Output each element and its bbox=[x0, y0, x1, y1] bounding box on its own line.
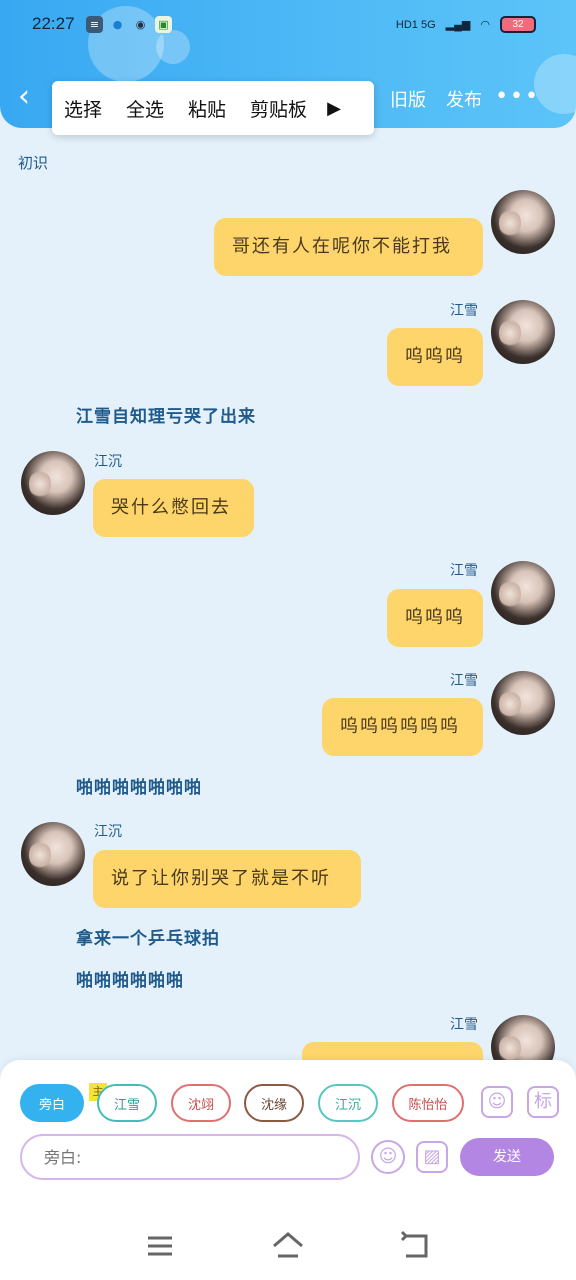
avatar[interactable] bbox=[491, 190, 555, 254]
message-bubble[interactable]: 哥还有人在呢你不能打我 bbox=[214, 218, 483, 276]
role-chip-chenyiyi[interactable]: 陈怡怡 bbox=[392, 1084, 464, 1122]
menu-next-arrow-icon[interactable]: ▶ bbox=[327, 98, 341, 119]
decor-bubble bbox=[534, 54, 576, 114]
role-chip-jiangchen[interactable]: 江沉 bbox=[318, 1084, 378, 1122]
narration-text[interactable]: 啪啪啪啪啪啪啪 bbox=[76, 773, 202, 798]
home-icon[interactable] bbox=[270, 1228, 306, 1264]
menu-paste[interactable]: 粘贴 bbox=[188, 95, 226, 122]
text-context-menu: 选择 全选 粘贴 剪贴板 ▶ bbox=[52, 81, 374, 135]
role-chip-jiangxue[interactable]: 江雪 bbox=[97, 1084, 157, 1122]
narration-text[interactable]: 啪啪啪啪啪啪 bbox=[76, 966, 184, 991]
signal-bars-icon: ▂▄▆ bbox=[445, 19, 471, 31]
speaker-name: 江沉 bbox=[94, 454, 122, 470]
scene-label: 初识 bbox=[18, 154, 49, 172]
avatar[interactable] bbox=[491, 671, 555, 735]
old-version-button[interactable]: 旧版 bbox=[390, 86, 426, 112]
menu-icon[interactable] bbox=[142, 1228, 178, 1264]
menu-select[interactable]: 选择 bbox=[64, 95, 102, 122]
qq-icon: ● bbox=[112, 18, 123, 31]
database-icon: ≡ bbox=[86, 16, 103, 33]
send-button[interactable]: 发送 bbox=[460, 1138, 554, 1176]
back-nav-icon[interactable] bbox=[398, 1228, 434, 1264]
role-chip-narrator[interactable]: 旁白 bbox=[20, 1084, 84, 1122]
avatar[interactable] bbox=[21, 451, 85, 515]
menu-select-all[interactable]: 全选 bbox=[126, 95, 164, 122]
speaker-name: 江沉 bbox=[94, 824, 122, 840]
emoji-icon[interactable]: ☺ bbox=[371, 1140, 405, 1174]
narration-text[interactable]: 江雪自知理亏哭了出来 bbox=[76, 402, 256, 427]
image-icon[interactable]: ▨ bbox=[416, 1141, 448, 1173]
battery-icon: 32 bbox=[500, 16, 536, 33]
speaker-name: 江雪 bbox=[450, 1017, 478, 1033]
message-bubble[interactable]: 哭什么憋回去 bbox=[93, 479, 254, 537]
speaker-name: 江雪 bbox=[450, 673, 478, 689]
narration-text[interactable]: 拿来一个乒乓球拍 bbox=[76, 924, 220, 949]
role-chip-shenyuan[interactable]: 沈缘 bbox=[244, 1084, 304, 1122]
more-icon[interactable]: ••• bbox=[495, 84, 540, 109]
message-bubble[interactable]: 呜呜呜 bbox=[387, 328, 483, 386]
avatar[interactable] bbox=[21, 822, 85, 886]
status-bar: 22:27 ≡ ● ◉ ▣ HD1 5G ▂▄▆ ◠ 32 bbox=[0, 0, 576, 52]
contact-card-icon[interactable]: ☺ bbox=[481, 1086, 513, 1118]
message-input[interactable] bbox=[20, 1134, 360, 1180]
status-time: 22:27 bbox=[32, 14, 75, 33]
menu-clipboard[interactable]: 剪贴板 bbox=[250, 95, 307, 122]
wifi-icon: ◠ bbox=[480, 19, 490, 31]
speaker-name: 江雪 bbox=[450, 563, 478, 579]
speaker-name: 江雪 bbox=[450, 303, 478, 319]
wechat-icon: ◉ bbox=[135, 18, 146, 31]
app-notification-icon: ▣ bbox=[155, 16, 172, 33]
label-tool-icon[interactable]: 标 bbox=[527, 1086, 559, 1118]
avatar[interactable] bbox=[491, 300, 555, 364]
role-chip-shenyi[interactable]: 沈翊 bbox=[171, 1084, 231, 1122]
avatar[interactable] bbox=[491, 561, 555, 625]
message-bubble[interactable]: 呜呜呜呜呜呜 bbox=[322, 698, 483, 756]
signal-label: HD1 5G bbox=[395, 18, 436, 31]
message-bubble[interactable]: 呜呜呜 bbox=[387, 589, 483, 647]
publish-button[interactable]: 发布 bbox=[446, 86, 482, 112]
message-bubble[interactable]: 说了让你别哭了就是不听 bbox=[93, 850, 361, 908]
back-button[interactable]: ‹ bbox=[18, 80, 46, 116]
